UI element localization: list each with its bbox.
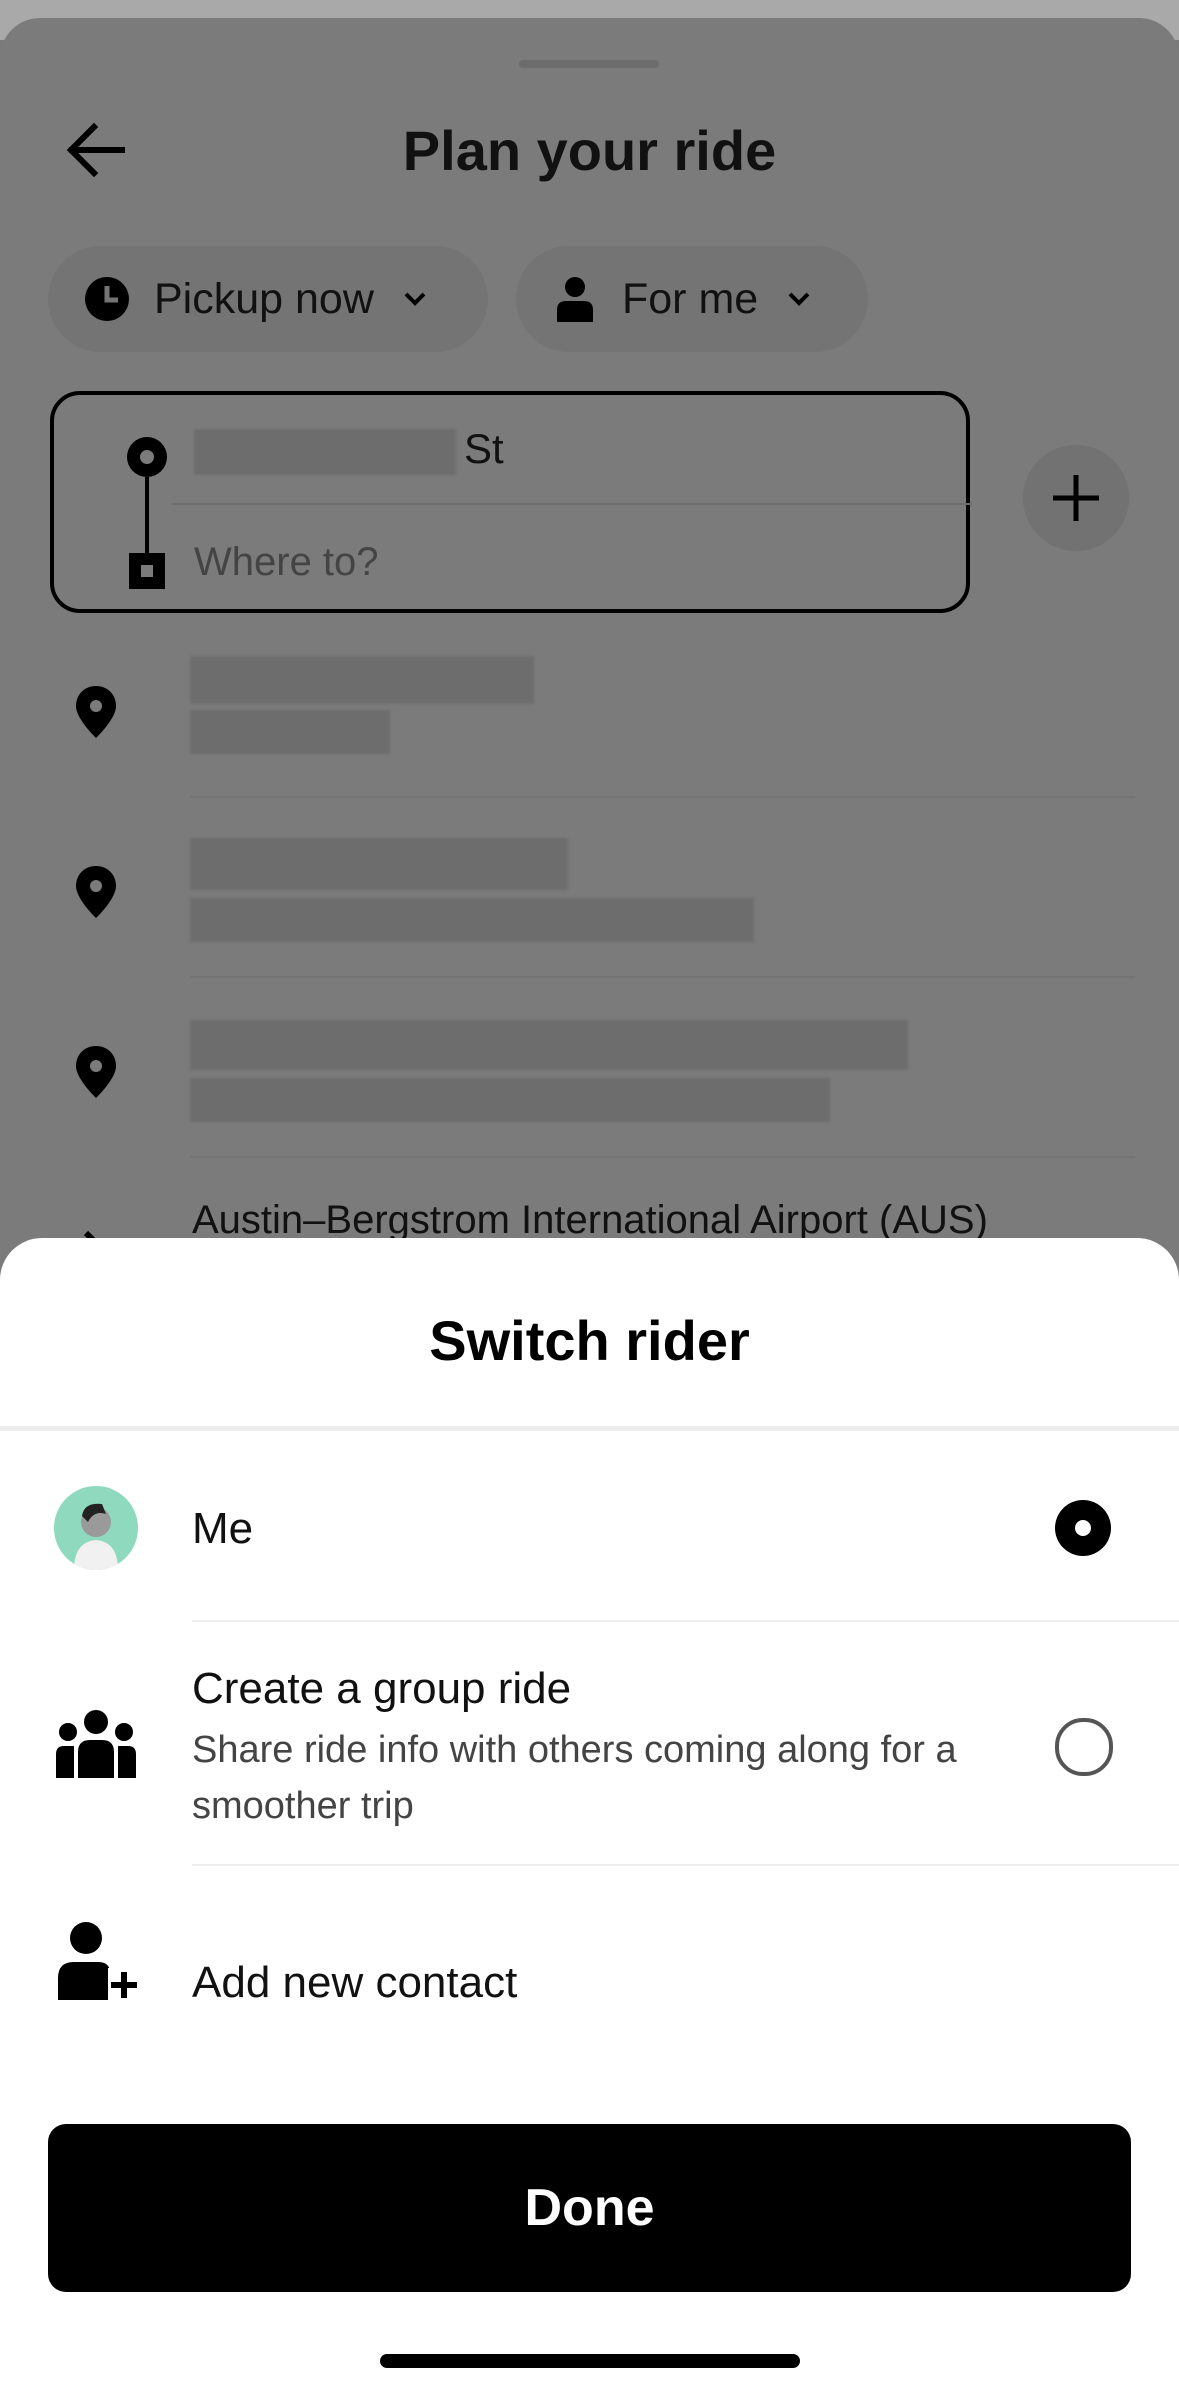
person-icon	[557, 277, 593, 322]
home-indicator[interactable]	[380, 2354, 800, 2368]
route-connector-icon	[127, 437, 167, 589]
rider-label: For me	[622, 274, 759, 323]
route-divider	[172, 503, 972, 505]
modal-divider	[0, 1426, 1179, 1431]
place-subtitle-redacted	[190, 898, 754, 942]
recent-place-airport[interactable]: Austin–Bergstrom International Airport (…	[192, 1198, 988, 1243]
row-divider	[190, 1156, 1135, 1158]
rider-chip[interactable]: For me	[516, 246, 868, 352]
add-person-icon	[58, 1922, 140, 2000]
option-label: Create a group ride	[192, 1664, 572, 1713]
place-title-redacted	[190, 1020, 908, 1070]
location-pin-icon	[76, 686, 116, 738]
recent-place-item[interactable]	[0, 980, 1179, 1158]
radio-unselected[interactable]	[1055, 1718, 1113, 1776]
done-button[interactable]: Done	[48, 2124, 1131, 2292]
chevron-down-icon	[788, 292, 810, 306]
row-divider	[190, 796, 1135, 798]
location-pin-icon	[76, 1046, 116, 1098]
option-label: Add new contact	[192, 1958, 518, 2007]
option-sublabel: Share ride info with others coming along…	[192, 1729, 957, 1827]
pickup-time-label: Pickup now	[154, 274, 374, 323]
add-stop-button[interactable]	[1023, 445, 1129, 551]
rider-option-me[interactable]: Me	[0, 1432, 1179, 1622]
avatar-icon	[74, 1503, 118, 1570]
pickup-address[interactable]: St	[464, 425, 504, 473]
recent-place-item[interactable]	[0, 800, 1179, 978]
rider-option-group[interactable]: Create a group ride Share ride info with…	[0, 1622, 1179, 1864]
add-contact-option[interactable]: Add new contact	[0, 1866, 1179, 2056]
recent-place-item[interactable]	[0, 620, 1179, 798]
location-pin-icon	[76, 866, 116, 918]
place-title-redacted	[190, 656, 534, 704]
clock-icon	[85, 277, 129, 321]
row-divider	[190, 976, 1135, 978]
chevron-down-icon	[404, 292, 426, 306]
group-icon	[56, 1710, 136, 1778]
destination-input[interactable]: Where to?	[194, 540, 379, 585]
avatar	[54, 1486, 138, 1570]
place-title-redacted	[190, 838, 568, 890]
option-label: Me	[192, 1504, 254, 1553]
route-input-box[interactable]: St Where to?	[50, 391, 972, 613]
pickup-time-chip[interactable]: Pickup now	[48, 246, 488, 352]
modal-title: Switch rider	[429, 1309, 750, 1372]
sheet-grab-handle[interactable]	[519, 60, 659, 68]
pickup-redacted	[194, 429, 456, 475]
radio-selected[interactable]	[1055, 1500, 1111, 1556]
page-title: Plan your ride	[402, 119, 777, 182]
place-subtitle-redacted	[190, 1078, 830, 1122]
place-subtitle-redacted	[190, 710, 390, 754]
